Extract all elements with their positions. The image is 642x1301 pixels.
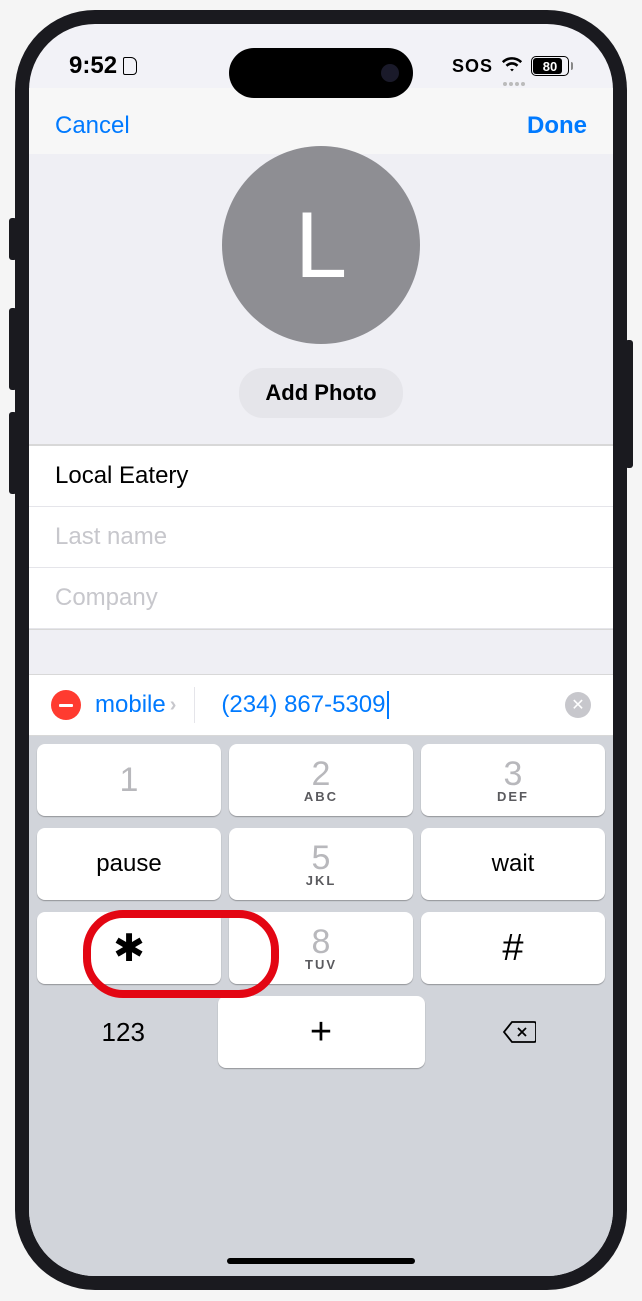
key-backspace[interactable] xyxy=(433,996,606,1068)
key-star[interactable]: ✱ xyxy=(37,912,221,984)
keyboard: 1 2 ABC 3 DEF pause 5 xyxy=(29,736,613,1276)
company-field[interactable]: Company xyxy=(29,568,613,629)
battery-icon: 80 xyxy=(531,56,573,76)
cancel-button[interactable]: Cancel xyxy=(55,112,130,140)
clear-input-button[interactable]: ✕ xyxy=(565,692,591,718)
last-name-field[interactable]: Last name xyxy=(29,507,613,568)
home-indicator[interactable] xyxy=(227,1258,415,1264)
name-fields: Local Eatery Last name Company xyxy=(29,445,613,629)
key-3[interactable]: 3 DEF xyxy=(421,744,605,816)
done-button[interactable]: Done xyxy=(527,112,587,140)
key-hash[interactable]: # xyxy=(421,912,605,984)
dynamic-island xyxy=(229,48,413,98)
key-8[interactable]: 8 TUV xyxy=(229,912,413,984)
chevron-right-icon: › xyxy=(170,694,177,717)
phone-number-input[interactable]: (234) 867-5309 xyxy=(209,691,551,720)
add-photo-button[interactable]: Add Photo xyxy=(239,368,402,418)
key-wait[interactable]: wait xyxy=(421,828,605,900)
remove-phone-button[interactable] xyxy=(51,690,81,720)
first-name-field[interactable]: Local Eatery xyxy=(29,446,613,507)
avatar[interactable]: L xyxy=(222,146,420,344)
status-time: 9:52 xyxy=(69,52,117,80)
phone-type-button[interactable]: mobile › xyxy=(95,691,176,719)
key-1[interactable]: 1 xyxy=(37,744,221,816)
key-2[interactable]: 2 ABC xyxy=(229,744,413,816)
backspace-icon xyxy=(502,1020,536,1044)
sim-icon xyxy=(123,57,137,75)
key-123[interactable]: 123 xyxy=(37,996,210,1068)
key-plus[interactable]: + xyxy=(218,996,425,1068)
wifi-icon xyxy=(501,53,523,80)
photo-section: L Add Photo xyxy=(29,154,613,445)
phone-frame: 9:52 SOS 80 xyxy=(15,10,627,1290)
key-5[interactable]: 5 JKL xyxy=(229,828,413,900)
phone-screen: 9:52 SOS 80 xyxy=(29,24,613,1276)
key-pause[interactable]: pause xyxy=(37,828,221,900)
phone-row: mobile › (234) 867-5309 ✕ xyxy=(29,675,613,736)
sos-label: SOS xyxy=(452,56,493,77)
